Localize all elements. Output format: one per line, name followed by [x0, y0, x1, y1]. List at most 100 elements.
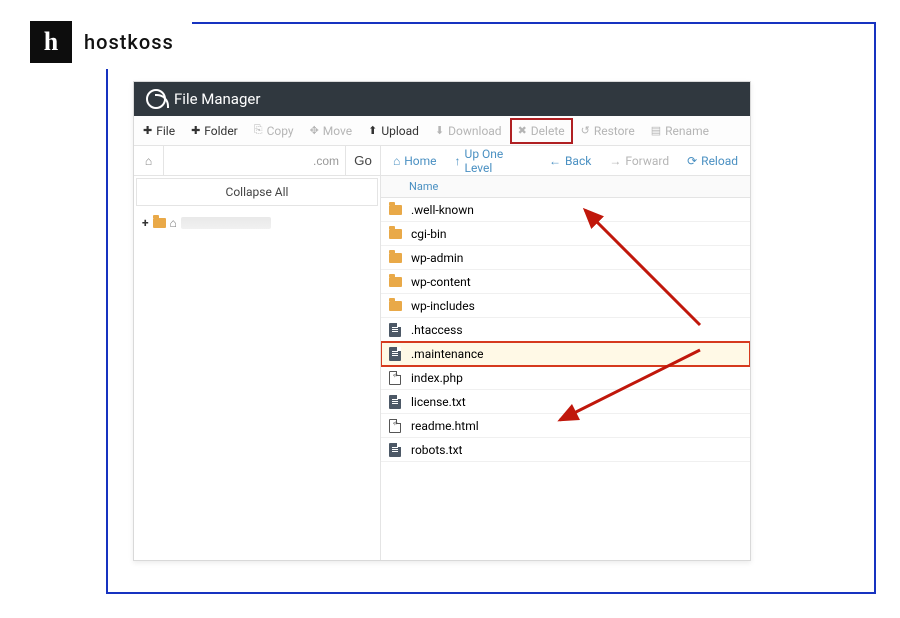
file-row[interactable]: wp-includes — [381, 294, 750, 318]
move-button[interactable]: ✥ Move — [302, 116, 361, 145]
file-row[interactable]: .htaccess — [381, 318, 750, 342]
close-icon: ✖ — [518, 124, 527, 137]
navbar: ⌂ Home ↑ Up One Level ← Back → Forward ⟳ Relo… — [381, 146, 750, 176]
file-row[interactable]: wp-content — [381, 270, 750, 294]
upload-button-label: Upload — [381, 124, 419, 138]
file-name: wp-content — [411, 275, 471, 289]
file-name: .well-known — [411, 203, 474, 217]
copy-button-label: Copy — [267, 124, 294, 138]
brand-box: h hostkoss — [24, 15, 192, 69]
rename-button-label: Rename — [665, 124, 709, 138]
nav-up-button[interactable]: ↑ Up One Level — [447, 146, 539, 175]
folder-tree: + ⌂ — [134, 208, 380, 238]
file-list: .well-known cgi-bin wp-admin wp-content wp-i… — [381, 198, 750, 560]
restore-button-label: Restore — [594, 124, 635, 138]
download-button[interactable]: ⬇ Download — [427, 116, 510, 145]
delete-button[interactable]: ✖ Delete — [510, 118, 573, 144]
go-button[interactable]: Go — [346, 146, 380, 175]
file-name: wp-includes — [411, 299, 475, 313]
file-row[interactable]: .well-known — [381, 198, 750, 222]
nav-up-label: Up One Level — [465, 147, 531, 175]
folder-icon — [387, 229, 403, 239]
nav-home-button[interactable]: ⌂ Home — [385, 146, 445, 175]
app-title: File Manager — [174, 90, 260, 108]
restore-icon: ↺ — [581, 124, 590, 137]
folder-icon — [387, 301, 403, 311]
file-button-label: File — [156, 124, 175, 138]
download-button-label: Download — [448, 124, 501, 138]
folder-icon — [387, 205, 403, 215]
file-name: robots.txt — [411, 443, 462, 457]
left-pane: ⌂ Go Collapse All + ⌂ — [134, 146, 381, 560]
brand-name: hostkoss — [84, 30, 174, 54]
forward-icon: → — [609, 154, 621, 168]
file-icon — [387, 323, 403, 337]
file-icon — [387, 419, 403, 433]
folder-button[interactable]: ✚ Folder — [183, 116, 246, 145]
file-name: license.txt — [411, 395, 466, 409]
delete-button-label: Delete — [531, 124, 565, 138]
move-button-label: Move — [323, 124, 352, 138]
restore-button[interactable]: ↺ Restore — [573, 116, 643, 145]
nav-forward-button[interactable]: → Forward — [601, 146, 677, 175]
file-name: .maintenance — [411, 347, 483, 361]
home-cell[interactable]: ⌂ — [134, 146, 164, 175]
home-icon: ⌂ — [393, 154, 400, 168]
column-header-name: Name — [409, 180, 438, 193]
rename-icon: ▤ — [651, 124, 661, 137]
body: ⌂ Go Collapse All + ⌂ ⌂ Home ↑ Up One Leve… — [134, 146, 750, 560]
copy-button[interactable]: ⎘ Copy — [246, 116, 302, 145]
download-icon: ⬇ — [435, 124, 444, 137]
rename-button[interactable]: ▤ Rename — [643, 116, 717, 145]
file-row[interactable]: license.txt — [381, 390, 750, 414]
file-manager-app: File Manager ✚ File ✚ Folder ⎘ Copy ✥ Move ⬆… — [133, 81, 751, 561]
tree-root-label-redacted — [181, 217, 271, 229]
file-icon — [387, 347, 403, 361]
nav-reload-button[interactable]: ⟳ Reload — [679, 146, 746, 175]
upload-button[interactable]: ⬆ Upload — [360, 116, 427, 145]
file-row[interactable]: wp-admin — [381, 246, 750, 270]
file-icon — [387, 443, 403, 457]
upload-icon: ⬆ — [368, 124, 377, 137]
nav-home-label: Home — [404, 154, 436, 168]
file-row[interactable]: cgi-bin — [381, 222, 750, 246]
expand-icon[interactable]: + — [142, 216, 149, 230]
copy-icon: ⎘ — [254, 124, 263, 137]
file-name: readme.html — [411, 419, 479, 433]
nav-reload-label: Reload — [701, 154, 738, 168]
tree-root-node[interactable]: + ⌂ — [142, 216, 372, 230]
nav-forward-label: Forward — [625, 154, 669, 168]
file-row[interactable]: .maintenance — [381, 342, 750, 366]
folder-button-label: Folder — [204, 124, 237, 138]
file-name: cgi-bin — [411, 227, 447, 241]
file-icon — [387, 395, 403, 409]
cpanel-icon — [146, 89, 166, 109]
move-icon: ✥ — [310, 124, 319, 137]
up-icon: ↑ — [455, 154, 461, 168]
file-button[interactable]: ✚ File — [135, 116, 183, 145]
home-icon: ⌂ — [145, 154, 152, 168]
collapse-all-button[interactable]: Collapse All — [136, 178, 378, 206]
nav-back-button[interactable]: ← Back — [541, 146, 599, 175]
file-row[interactable]: robots.txt — [381, 438, 750, 462]
path-input[interactable] — [164, 146, 346, 175]
titlebar: File Manager — [134, 82, 750, 116]
column-header-row[interactable]: Name — [381, 176, 750, 198]
file-name: .htaccess — [411, 323, 463, 337]
path-row: ⌂ Go — [134, 146, 380, 176]
brand-logo: h — [30, 21, 72, 63]
folder-icon — [153, 218, 166, 228]
file-name: index.php — [411, 371, 463, 385]
folder-icon — [387, 253, 403, 263]
reload-icon: ⟳ — [687, 154, 697, 168]
plus-icon: ✚ — [191, 124, 200, 137]
file-icon — [387, 371, 403, 385]
right-pane: ⌂ Home ↑ Up One Level ← Back → Forward ⟳ Relo… — [381, 146, 750, 560]
file-row[interactable]: readme.html — [381, 414, 750, 438]
back-icon: ← — [549, 154, 561, 168]
file-name: wp-admin — [411, 251, 463, 265]
nav-back-label: Back — [565, 154, 591, 168]
file-row[interactable]: index.php — [381, 366, 750, 390]
plus-icon: ✚ — [143, 124, 152, 137]
home-icon: ⌂ — [170, 216, 177, 230]
